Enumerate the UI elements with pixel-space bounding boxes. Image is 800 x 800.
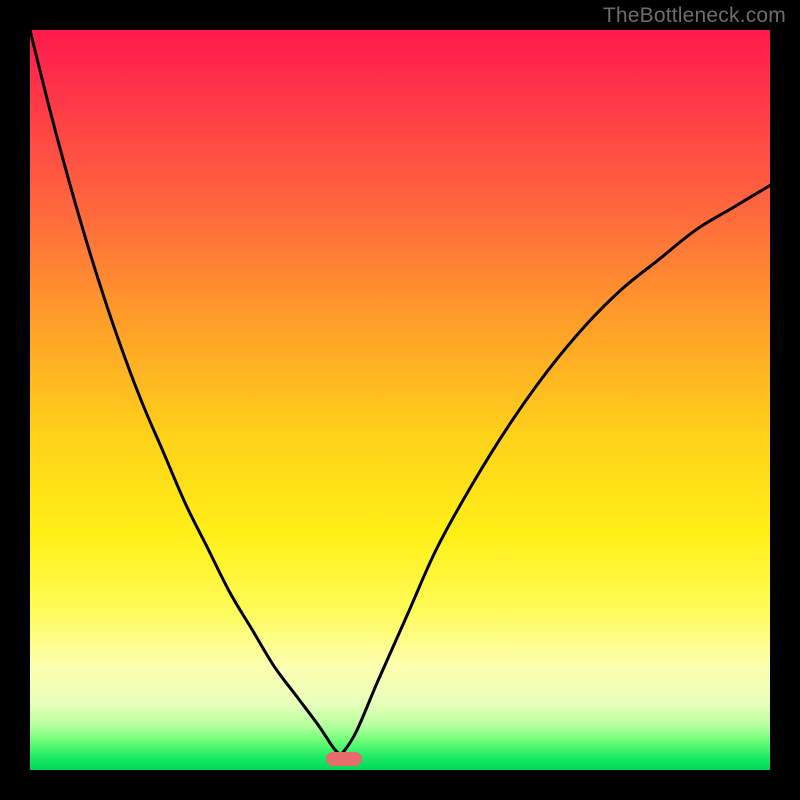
highlight-bar [326,752,362,766]
watermark-text: TheBottleneck.com [603,4,786,28]
bottleneck-curve [30,30,770,770]
chart-frame: TheBottleneck.com [0,0,800,800]
curve-path [30,30,770,755]
plot-area [30,30,770,770]
